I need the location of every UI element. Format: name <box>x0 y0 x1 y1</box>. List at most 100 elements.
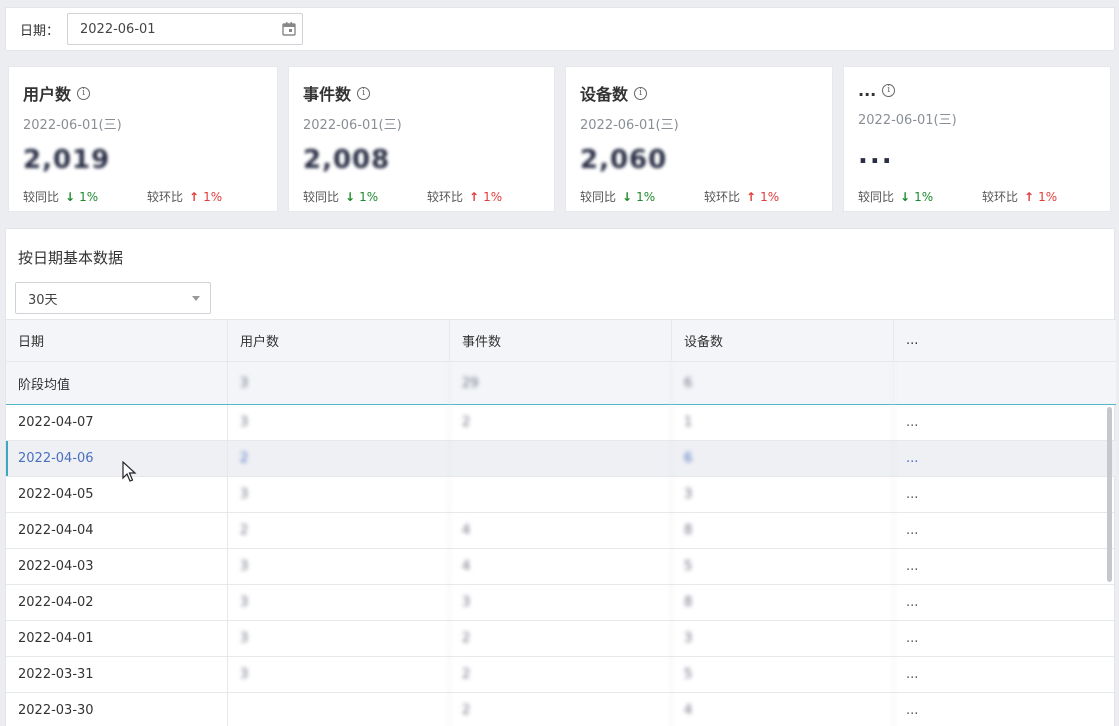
range-select-value: 30天 <box>28 292 58 308</box>
mom-compare: 较环比 ↑ 1% <box>427 188 502 205</box>
table-cell: 2 <box>228 441 450 476</box>
table-cell: 3 <box>228 657 450 692</box>
yoy-label: 较同比 <box>580 190 617 204</box>
metric-card-date: 2022-06-01(三) <box>858 113 957 128</box>
table-row[interactable]: 2022-04-04 2 4 8... <box>6 513 1116 549</box>
table-row[interactable]: 2022-04-02 3 3 8... <box>6 585 1116 621</box>
metric-card-value: 2,019 <box>23 145 111 175</box>
yoy-label: 较同比 <box>23 190 60 204</box>
table-cell: ... <box>906 631 919 646</box>
table-cell: 8 <box>672 585 894 620</box>
table-cell: 2022-04-01 <box>6 621 228 656</box>
metric-card-date: 2022-06-01(三) <box>23 118 122 133</box>
table-cell: 阶段均值 <box>6 362 228 404</box>
table-row[interactable]: 2022-04-07 3 2 1... <box>6 405 1116 441</box>
yoy-label: 较同比 <box>858 190 895 204</box>
table-row[interactable]: 2022-04-05 3 3... <box>6 477 1116 513</box>
table-cell: 3 <box>228 621 450 656</box>
calendar-icon[interactable] <box>280 20 298 38</box>
table-cell: 2022-03-30 <box>6 693 228 726</box>
table-header-row: 日期 用户数 事件数 设备数... <box>6 319 1116 362</box>
metric-card-value: 2,008 <box>303 145 391 175</box>
mom-compare: 较环比 ↑ 1% <box>982 188 1057 205</box>
arrow-down-icon: ↓ <box>65 189 76 204</box>
table-cell: 2 <box>450 657 672 692</box>
table-cell: 3 <box>450 585 672 620</box>
table-cell: 5 <box>672 549 894 584</box>
arrow-up-icon: ↑ <box>189 189 200 204</box>
table-cell: 2022-04-02 <box>6 585 228 620</box>
metric-card-value: 2,060 <box>580 145 668 175</box>
yoy-compare: 较同比 ↓ 1% <box>580 188 655 205</box>
table-cell: 3 <box>228 362 450 404</box>
mom-percent: 1% <box>203 189 223 204</box>
date-picker-input[interactable]: 2022-06-01 <box>67 13 304 45</box>
yoy-compare: 较同比 ↓ 1% <box>858 188 933 205</box>
table-cell: 3 <box>228 585 450 620</box>
metric-card: 事件数 i 2022-06-01(三) 2,008 较同比 ↓ 1% 较环比 ↑… <box>288 66 555 212</box>
table-cell: 3 <box>672 621 894 656</box>
table-row[interactable]: 2022-04-01 3 2 3... <box>6 621 1116 657</box>
metric-card-title-text: 用户数 <box>23 85 72 104</box>
metric-card-title-text: 事件数 <box>303 85 352 104</box>
range-select[interactable]: 30天 <box>15 282 211 314</box>
table-cell: ... <box>906 415 919 430</box>
table-cell <box>894 362 1116 404</box>
table-cell <box>450 477 672 512</box>
table-row[interactable]: 2022-04-03 3 4 5... <box>6 549 1116 585</box>
yoy-label: 较同比 <box>303 190 340 204</box>
table-cell: 2022-04-05 <box>6 477 228 512</box>
mom-percent: 1% <box>483 189 503 204</box>
table-cell: 4 <box>450 513 672 548</box>
section-title: 按日期基本数据 <box>18 249 124 267</box>
table-cell: ... <box>906 703 919 718</box>
yoy-percent: 1% <box>636 189 656 204</box>
arrow-up-icon: ↑ <box>1024 189 1035 204</box>
info-icon[interactable]: i <box>882 84 896 97</box>
info-icon[interactable]: i <box>634 86 648 100</box>
yoy-percent: 1% <box>359 189 379 204</box>
table-cell: ... <box>906 595 919 610</box>
mom-compare: 较环比 ↑ 1% <box>704 188 779 205</box>
column-header: 事件数 <box>450 320 672 361</box>
table-cell: 6 <box>672 362 894 404</box>
chevron-down-icon <box>192 295 200 301</box>
metric-card: 用户数 i 2022-06-01(三) 2,019 较同比 ↓ 1% 较环比 ↑… <box>8 66 278 212</box>
table-cell: 2 <box>450 621 672 656</box>
mom-label: 较环比 <box>982 190 1019 204</box>
table-scrollbar[interactable] <box>1107 407 1112 582</box>
table-cell: 1 <box>672 405 894 440</box>
metric-card-title-text: ... <box>858 81 877 100</box>
table-row[interactable]: 2022-03-30 2 4... <box>6 693 1116 726</box>
mom-percent: 1% <box>1038 189 1058 204</box>
column-header: ... <box>906 333 919 348</box>
table-cell: 3 <box>228 549 450 584</box>
mom-compare: 较环比 ↑ 1% <box>147 188 222 205</box>
table-cell <box>228 693 450 726</box>
metric-card-title: ... i <box>858 81 1110 100</box>
arrow-down-icon: ↓ <box>622 189 633 204</box>
metric-card-title: 事件数 i <box>303 81 554 105</box>
metric-card: 设备数 i 2022-06-01(三) 2,060 较同比 ↓ 1% 较环比 ↑… <box>565 66 833 212</box>
average-row[interactable]: 阶段均值 3 29 6 <box>6 362 1116 405</box>
table-cell: 8 <box>672 513 894 548</box>
date-picker-value: 2022-06-01 <box>80 21 156 37</box>
date-filter-label: 日期： <box>20 23 60 39</box>
mom-percent: 1% <box>760 189 780 204</box>
table-cell: 5 <box>672 657 894 692</box>
table-cell: 6 <box>672 441 894 476</box>
info-icon[interactable]: i <box>77 86 91 100</box>
table-row[interactable]: 2022-03-31 3 2 5... <box>6 657 1116 693</box>
column-header: 日期 <box>6 320 228 361</box>
table-cell: ... <box>906 487 919 502</box>
table-cell: ... <box>906 559 919 574</box>
metric-card-date: 2022-06-01(三) <box>303 118 402 133</box>
info-icon[interactable]: i <box>357 86 371 100</box>
arrow-down-icon: ↓ <box>900 189 911 204</box>
table-row[interactable]: 2022-04-06 2 6... <box>6 441 1116 477</box>
data-table: 日期 用户数 事件数 设备数... 阶段均值 3 29 6 2022-04-07 3 2 1... 20… <box>6 319 1116 726</box>
table-cell: 2022-03-31 <box>6 657 228 692</box>
daily-data-panel: 按日期基本数据 30天 日期 用户数 事件数 设备数... 阶段均值 3 29 6 2022-0… <box>5 228 1116 726</box>
table-cell: 2022-04-07 <box>6 405 228 440</box>
metric-card: ... i 2022-06-01(三) ... 较同比 ↓ 1% 较环比 ↑ 1… <box>843 66 1111 212</box>
